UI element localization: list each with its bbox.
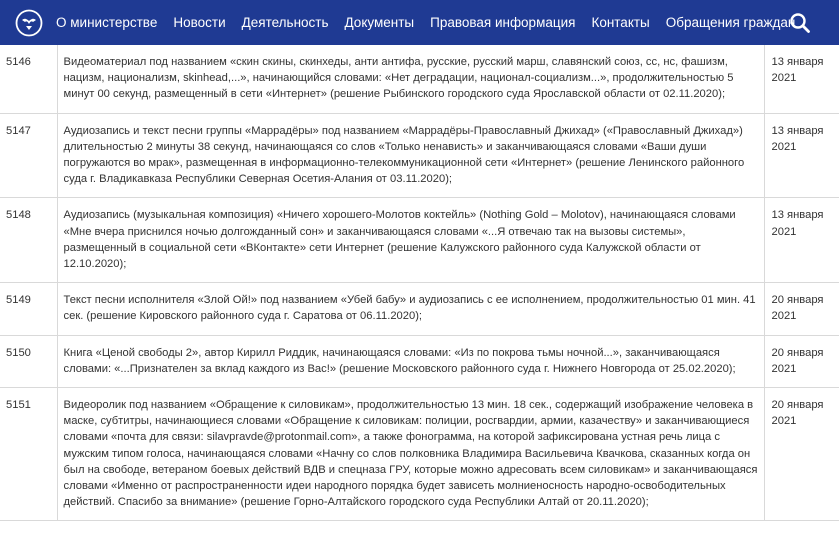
nav-item-activity[interactable]: Деятельность bbox=[242, 15, 329, 30]
nav-item-legal-info[interactable]: Правовая информация bbox=[430, 15, 575, 30]
row-number: 5148 bbox=[0, 197, 58, 284]
nav-item-contacts[interactable]: Контакты bbox=[591, 15, 649, 30]
table-row: 5150 Книга «Ценой свободы 2», автор Кири… bbox=[0, 334, 839, 389]
row-date: 20 января 2021 bbox=[763, 387, 839, 522]
row-date: 20 января 2021 bbox=[763, 282, 839, 336]
row-date: 20 января 2021 bbox=[763, 334, 839, 389]
table-row: 5146 Видеоматериал под названием «скин с… bbox=[0, 45, 839, 114]
row-number: 5146 bbox=[0, 45, 58, 114]
nav-item-documents[interactable]: Документы bbox=[345, 15, 415, 30]
row-number: 5147 bbox=[0, 112, 58, 199]
row-description: Текст песни исполнителя «Злой Ой!» под н… bbox=[56, 282, 765, 336]
row-description: Видеоматериал под названием «скин скины,… bbox=[56, 45, 765, 114]
nav-item-about-ministry[interactable]: О министерстве bbox=[56, 15, 157, 30]
table-row: 5151 Видеоролик под названием «Обращение… bbox=[0, 387, 839, 522]
row-description: Аудиозапись (музыкальная композиция) «Ни… bbox=[56, 197, 765, 284]
row-number: 5151 bbox=[0, 387, 58, 522]
nav-item-news[interactable]: Новости bbox=[173, 15, 225, 30]
table-row: 5147 Аудиозапись и текст песни группы «М… bbox=[0, 112, 839, 199]
row-description: Аудиозапись и текст песни группы «Маррад… bbox=[56, 112, 765, 199]
row-date: 13 января 2021 bbox=[763, 112, 839, 199]
table-row: 5148 Аудиозапись (музыкальная композиция… bbox=[0, 197, 839, 284]
row-number: 5149 bbox=[0, 282, 58, 336]
top-navigation-bar: О министерстве Новости Деятельность Доку… bbox=[0, 0, 839, 45]
row-date: 13 января 2021 bbox=[763, 197, 839, 284]
row-description: Видеоролик под названием «Обращение к си… bbox=[56, 387, 765, 522]
eagle-emblem-icon[interactable] bbox=[14, 8, 44, 38]
row-date: 13 января 2021 bbox=[763, 45, 839, 114]
row-description: Книга «Ценой свободы 2», автор Кирилл Ри… bbox=[56, 334, 765, 389]
main-menu: О министерстве Новости Деятельность Доку… bbox=[56, 15, 811, 30]
nav-item-citizen-appeals[interactable]: Обращения граждан bbox=[666, 15, 796, 30]
row-number: 5150 bbox=[0, 334, 58, 389]
search-icon[interactable] bbox=[789, 12, 811, 34]
table-row: 5149 Текст песни исполнителя «Злой Ой!» … bbox=[0, 282, 839, 336]
extremist-materials-list: 5146 Видеоматериал под названием «скин с… bbox=[0, 45, 839, 539]
materials-table: 5146 Видеоматериал под названием «скин с… bbox=[0, 45, 839, 522]
